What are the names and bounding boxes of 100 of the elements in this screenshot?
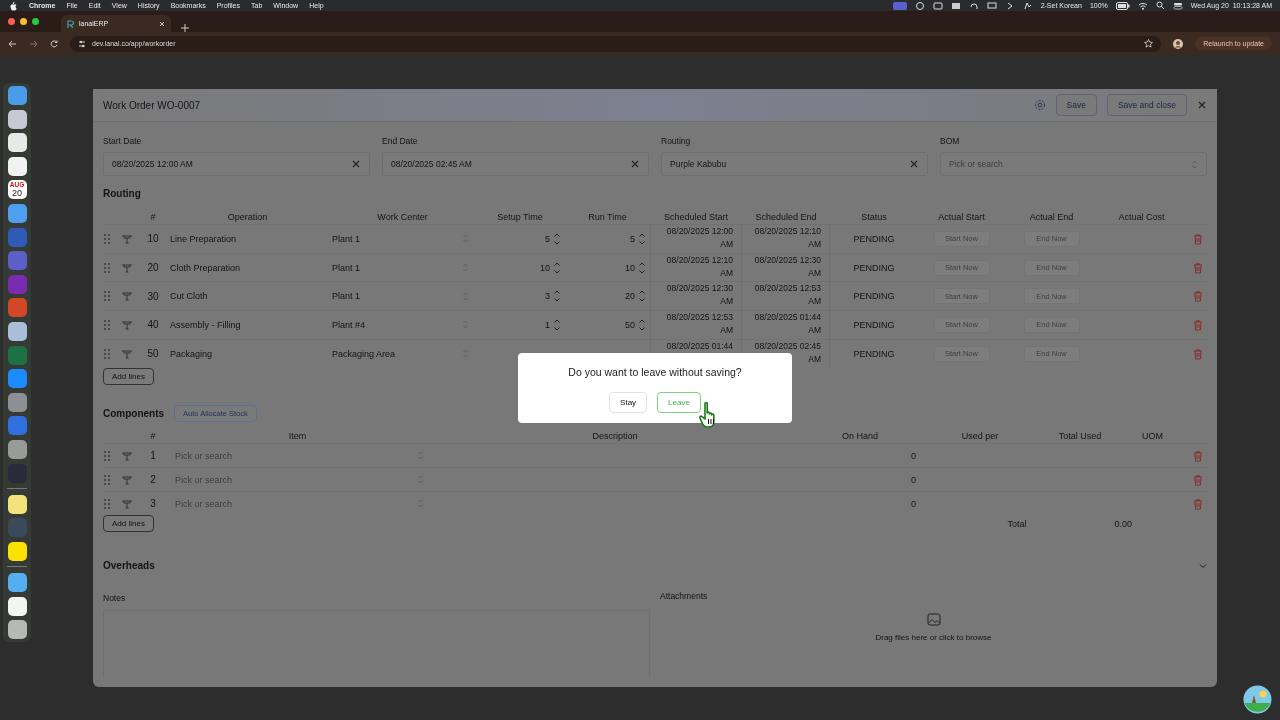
column-header: Scheduled Start — [662, 212, 729, 222]
row-number: 30 — [146, 290, 160, 302]
app-icon[interactable] — [7, 109, 27, 129]
trash-icon[interactable] — [1191, 232, 1204, 245]
back-icon[interactable] — [8, 39, 17, 48]
field-label: Notes — [103, 593, 127, 604]
clear-icon[interactable] — [351, 159, 361, 169]
stepper-icon[interactable] — [638, 289, 646, 304]
trash-icon[interactable] — [1191, 318, 1204, 331]
drag-handle-icon[interactable] — [103, 473, 111, 486]
input-field[interactable]: 08/20/2025 02:45 AM — [382, 152, 649, 176]
clear-icon[interactable] — [909, 159, 919, 169]
funnel-icon[interactable] — [121, 319, 133, 330]
chevron-icon[interactable] — [1199, 562, 1207, 569]
app-icon[interactable] — [7, 596, 27, 616]
number-field[interactable]: 20 — [625, 291, 635, 302]
app-icon[interactable] — [7, 494, 27, 514]
status-text: PENDING — [852, 348, 896, 359]
status-icon[interactable] — [932, 0, 943, 11]
forward-icon[interactable] — [29, 39, 38, 48]
trash-icon[interactable] — [1191, 473, 1204, 486]
number-field[interactable]: 3 — [545, 291, 550, 302]
search-icon[interactable] — [1155, 1, 1165, 10]
table-cell-text: 0 — [910, 450, 917, 461]
select-field[interactable]: Plant 1 — [330, 282, 475, 311]
stepper-icon[interactable] — [553, 231, 561, 246]
drag-handle-icon[interactable] — [103, 497, 111, 510]
status-icon[interactable] — [986, 0, 997, 11]
drag-handle-icon[interactable] — [103, 232, 111, 245]
funnel-icon[interactable] — [121, 262, 133, 273]
select-field[interactable]: Plant #4 — [330, 311, 475, 339]
reload-icon[interactable] — [50, 39, 58, 48]
funnel-icon[interactable] — [121, 291, 133, 302]
apple-icon[interactable] — [8, 0, 18, 11]
save-button[interactable]: Save — [1055, 94, 1097, 116]
screen-record-icon[interactable] — [892, 1, 907, 10]
drag-handle-icon[interactable] — [103, 449, 111, 462]
field-label: Routing — [661, 136, 692, 146]
app-icon[interactable] — [1243, 685, 1272, 714]
number-field[interactable]: 1 — [545, 319, 550, 330]
app-icon[interactable] — [7, 321, 27, 341]
wifi-icon[interactable] — [1137, 1, 1148, 10]
close-icon[interactable] — [1197, 100, 1207, 110]
star-icon[interactable] — [1144, 39, 1154, 48]
trash-icon[interactable] — [1191, 290, 1204, 303]
funnel-icon[interactable] — [121, 450, 133, 461]
trash-icon[interactable] — [1191, 347, 1204, 360]
app-icon[interactable] — [7, 620, 27, 640]
row-number: 10 — [146, 233, 160, 245]
funnel-icon[interactable] — [121, 233, 133, 244]
site-settings-icon[interactable] — [78, 39, 86, 48]
drag-handle-icon[interactable] — [103, 290, 111, 303]
app-icon[interactable] — [7, 156, 27, 176]
status-icon[interactable] — [950, 0, 961, 11]
number-field[interactable]: 10 — [540, 262, 550, 273]
save-button[interactable]: Save and close — [1106, 94, 1187, 116]
funnel-icon[interactable] — [121, 348, 133, 359]
drop-zone-hint[interactable]: Drag files here or click to browse — [875, 633, 992, 643]
stepper-icon[interactable] — [638, 260, 646, 275]
stepper-icon[interactable] — [638, 231, 646, 246]
drag-handle-icon[interactable] — [103, 318, 111, 331]
image-icon[interactable] — [926, 613, 941, 627]
dialog-button[interactable]: Stay — [609, 392, 648, 413]
number-field[interactable]: 50 — [625, 319, 635, 330]
trash-icon[interactable] — [1191, 449, 1204, 462]
control-center-icon[interactable] — [1172, 1, 1183, 10]
window-controls-icon[interactable] — [8, 18, 39, 25]
stepper-icon[interactable] — [638, 317, 646, 332]
app-icon[interactable] — [7, 133, 27, 153]
input-field[interactable]: Purple Kabubu — [661, 152, 928, 176]
status-icon[interactable] — [914, 0, 925, 11]
trash-icon[interactable] — [1191, 261, 1204, 274]
select-field[interactable]: Packaging Area — [330, 339, 475, 368]
avatar-icon[interactable] — [1173, 38, 1184, 49]
stepper-icon[interactable] — [553, 260, 561, 275]
dialog-button[interactable]: Leave — [657, 392, 701, 413]
status-text: PENDING — [852, 319, 896, 330]
settings-icon[interactable] — [1033, 99, 1046, 111]
drag-handle-icon[interactable] — [103, 261, 111, 274]
trash-icon[interactable] — [1191, 497, 1204, 510]
select-field[interactable]: Plant 1 — [330, 253, 475, 282]
add-lines-button[interactable]: Add lines — [103, 515, 154, 533]
app-icon[interactable] — [7, 541, 27, 561]
status-icon[interactable] — [1022, 0, 1033, 11]
funnel-icon[interactable] — [121, 474, 133, 485]
stepper-icon[interactable] — [553, 289, 561, 304]
status-icon[interactable] — [968, 0, 979, 11]
clear-icon[interactable] — [630, 159, 640, 169]
stepper-icon[interactable] — [553, 317, 561, 332]
drag-handle-icon[interactable] — [103, 347, 111, 360]
new-tab-icon[interactable] — [181, 24, 189, 32]
number-field[interactable]: 10 — [625, 262, 635, 273]
number-field[interactable]: 5 — [630, 233, 635, 244]
select-field[interactable]: Plant 1 — [330, 225, 475, 253]
funnel-icon[interactable] — [121, 498, 133, 509]
number-field[interactable]: 5 — [545, 233, 550, 244]
app-icon[interactable] — [7, 573, 27, 593]
battery-icon[interactable] — [1115, 1, 1130, 10]
input-field[interactable]: 08/20/2025 12:00 AM — [103, 152, 370, 176]
add-lines-button[interactable]: Add lines — [103, 368, 154, 386]
